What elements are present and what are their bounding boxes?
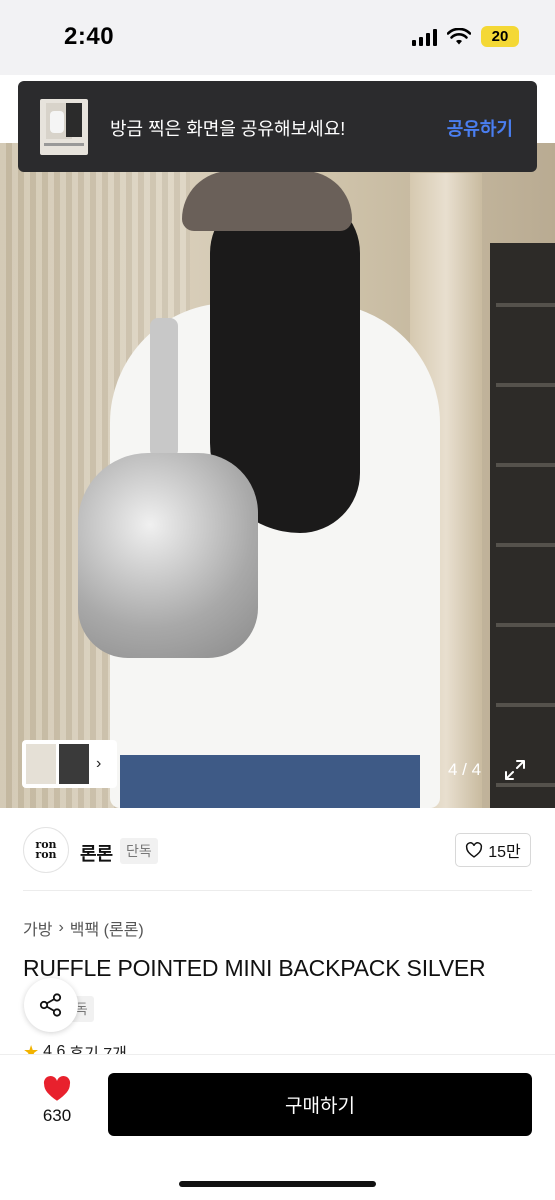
chevron-right-icon: › [58, 919, 64, 936]
wishlist-button[interactable]: 630 [34, 1075, 80, 1126]
wishlist-count: 630 [42, 1106, 72, 1125]
like-button[interactable]: 15만 [455, 833, 531, 867]
brand-logo[interactable]: ron ron [23, 827, 69, 873]
bottom-action-bar: 630 구매하기 [0, 1054, 555, 1200]
toast-share-button[interactable]: 공유하기 [447, 115, 513, 141]
share-button[interactable] [24, 978, 78, 1032]
battery-indicator: 20 [481, 26, 519, 47]
gallery-page-indicator: 4 / 4 [448, 760, 482, 779]
gallery-thumbnails-button[interactable]: › [22, 740, 117, 788]
share-icon [39, 993, 62, 1017]
wifi-icon [447, 27, 471, 44]
model-cap [182, 171, 352, 231]
cellular-signal-icon [412, 28, 437, 46]
home-indicator [179, 1181, 376, 1187]
product-image-gallery[interactable] [0, 143, 555, 808]
divider [23, 890, 532, 891]
breadcrumb-subcategory[interactable]: 백팩 (론론) [70, 916, 144, 940]
screenshot-thumbnail[interactable] [40, 99, 88, 155]
heart-outline-icon [466, 842, 483, 858]
backpack-strap [150, 318, 178, 458]
thumbnail-image [26, 744, 56, 784]
heart-filled-icon [43, 1076, 71, 1101]
chevron-right-icon: › [96, 755, 102, 772]
toast-message: 방금 찍은 화면을 공유해보세요! [110, 119, 346, 139]
brand-name[interactable]: 론론 [80, 840, 113, 866]
product-title: RUFFLE POINTED MINI BACKPACK SILVER [23, 955, 486, 981]
expand-icon[interactable] [504, 759, 526, 781]
breadcrumb-category[interactable]: 가방 [23, 916, 52, 940]
share-screenshot-toast: 방금 찍은 화면을 공유해보세요! 공유하기 [18, 81, 537, 172]
exclusive-badge: 단독 [120, 838, 158, 864]
model-jeans [120, 755, 420, 808]
background-cabinet [490, 243, 555, 808]
brand-logo-text: ron [35, 848, 57, 861]
status-bar: 2:40 20 [0, 0, 555, 75]
status-time: 2:40 [64, 23, 115, 50]
thumbnail-image [59, 744, 89, 784]
breadcrumb: 가방 › 백팩 (론론) [23, 916, 144, 940]
silver-backpack [78, 453, 258, 658]
buy-button[interactable]: 구매하기 [108, 1073, 532, 1136]
status-icons: 20 [412, 26, 519, 47]
like-count: 15만 [488, 844, 521, 861]
